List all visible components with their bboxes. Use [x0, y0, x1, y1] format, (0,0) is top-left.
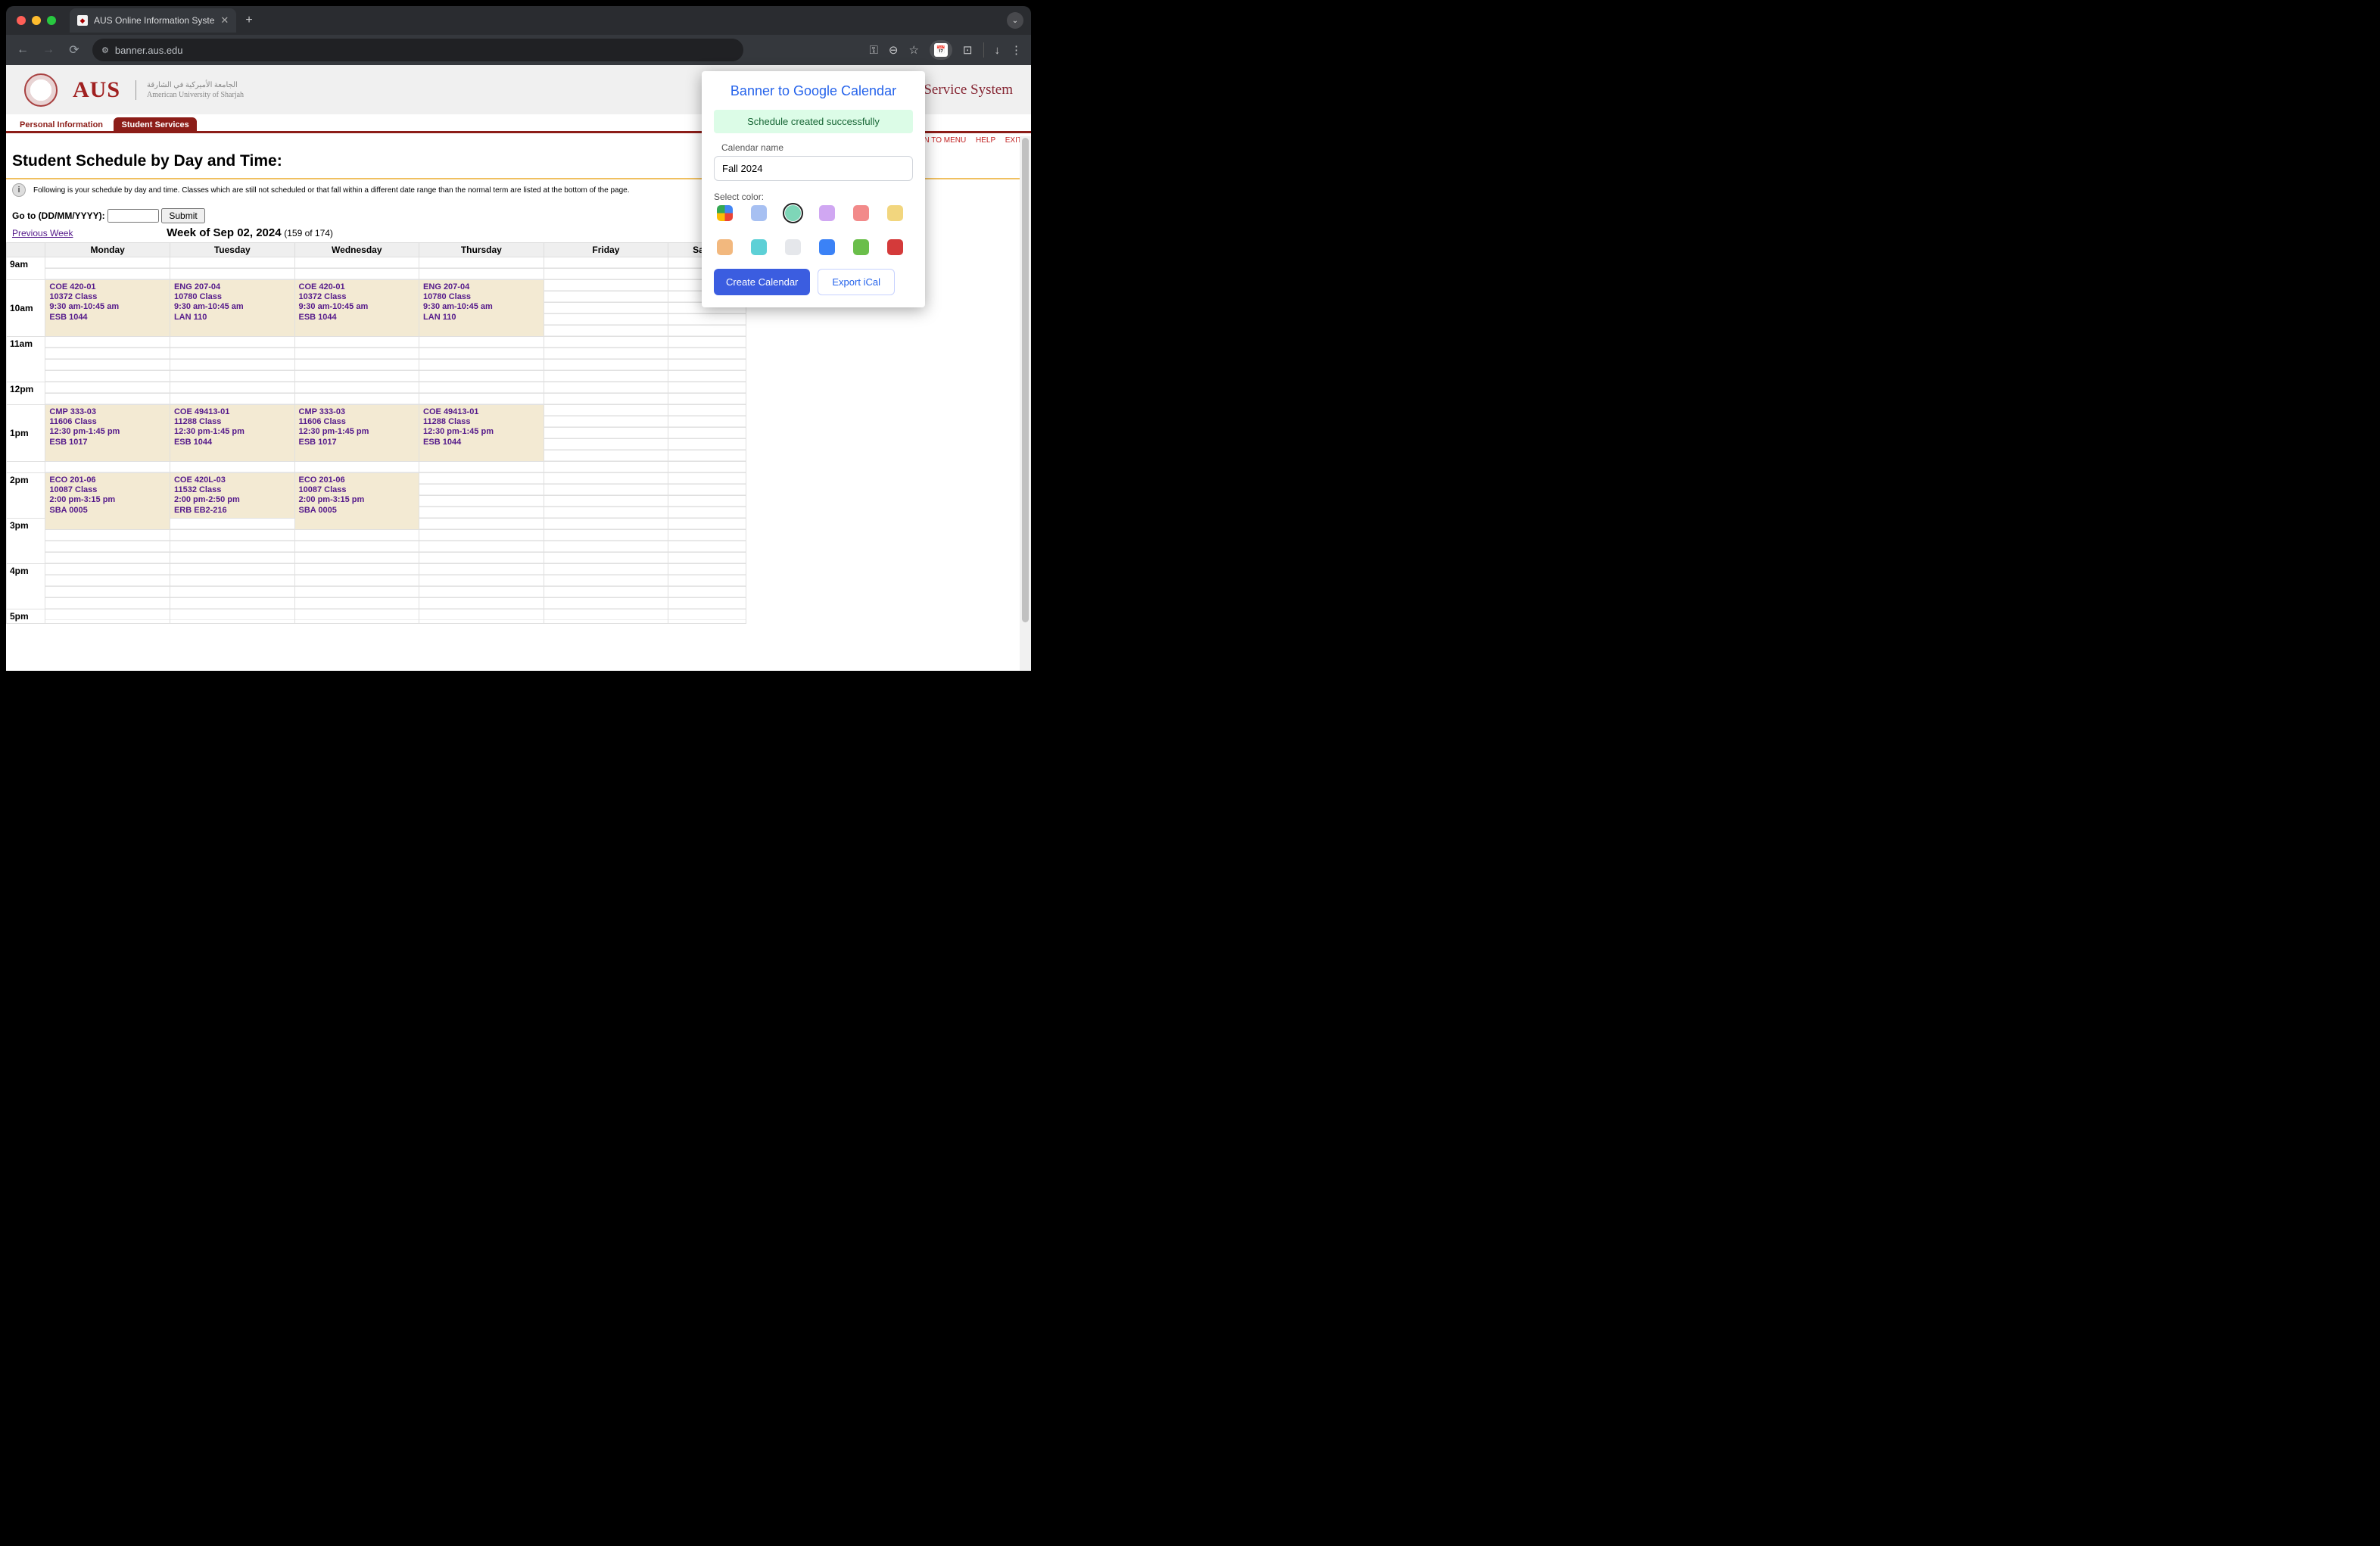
time-9am: 9am	[7, 257, 45, 280]
event-coe420l-tue[interactable]: COE 420L-0311532 Class2:00 pm-2:50 pmERB…	[170, 473, 294, 519]
site-settings-icon[interactable]: ⚙	[101, 45, 109, 55]
calendar-name-input[interactable]	[714, 156, 913, 181]
day-monday: Monday	[45, 243, 170, 257]
window-close[interactable]	[17, 16, 26, 25]
tab-personal-info[interactable]: Personal Information	[12, 117, 111, 131]
tab-overflow-icon[interactable]: ⌄	[1007, 12, 1023, 29]
color-swatch-2[interactable]	[785, 205, 801, 221]
time-4pm: 4pm	[7, 564, 45, 609]
window-maximize[interactable]	[47, 16, 56, 25]
close-tab-icon[interactable]: ✕	[220, 14, 229, 26]
color-swatch-0[interactable]	[717, 205, 733, 221]
event-eng207-thu[interactable]: ENG 207-0410780 Class9:30 am-10:45 amLAN…	[419, 280, 544, 337]
goto-date-input[interactable]	[107, 209, 159, 223]
service-system-title: f-Service System	[914, 82, 1013, 98]
reload-icon[interactable]: ⟳	[67, 42, 82, 58]
aus-subtext: الجامعة الأميركية في الشارقة American Un…	[136, 80, 244, 100]
day-thursday: Thursday	[419, 243, 544, 257]
calendar-name-label: Calendar name	[721, 142, 913, 153]
extensions-puzzle-icon[interactable]: ⊡	[963, 43, 973, 57]
browser-tab[interactable]: ◆ AUS Online Information Syste ✕	[70, 8, 236, 33]
browser-menu-icon[interactable]: ⋮	[1011, 43, 1022, 57]
help-link[interactable]: HELP	[976, 136, 995, 145]
color-swatch-8[interactable]	[785, 239, 801, 255]
help-text: Following is your schedule by day and ti…	[33, 186, 629, 195]
goto-label: Go to (DD/MM/YYYY):	[12, 210, 105, 221]
day-header-row: Monday Tuesday Wednesday Thursday Friday…	[7, 243, 746, 257]
event-coe49413-thu[interactable]: COE 49413-0111288 Class12:30 pm-1:45 pmE…	[419, 405, 544, 462]
time-10am: 10am	[10, 303, 33, 313]
bookmark-star-icon[interactable]: ☆	[908, 43, 918, 57]
info-icon: i	[12, 183, 26, 197]
aus-wordmark: AUS	[73, 77, 120, 103]
color-grid	[714, 205, 913, 255]
url-text: banner.aus.edu	[115, 45, 183, 56]
url-bar[interactable]: ⚙ banner.aus.edu	[92, 39, 743, 61]
color-swatch-9[interactable]	[819, 239, 835, 255]
event-eng207-tue[interactable]: ENG 207-0410780 Class9:30 am-10:45 amLAN…	[170, 280, 294, 337]
schedule-table: Monday Tuesday Wednesday Thursday Friday…	[6, 242, 746, 624]
time-1pm: 1pm	[10, 428, 29, 438]
tab-title: AUS Online Information Syste	[94, 15, 214, 26]
color-swatch-4[interactable]	[853, 205, 869, 221]
event-eco201-mon[interactable]: ECO 201-0610087 Class2:00 pm-3:15 pmSBA …	[45, 473, 170, 530]
time-3pm: 3pm	[7, 519, 45, 564]
event-cmp333-mon[interactable]: CMP 333-0311606 Class12:30 pm-1:45 pmESB…	[45, 405, 170, 462]
downloads-icon[interactable]: ↓	[995, 44, 1001, 57]
color-swatch-6[interactable]	[717, 239, 733, 255]
time-2pm: 2pm	[7, 473, 45, 519]
page-scrollbar[interactable]	[1020, 136, 1031, 671]
event-eco201-wed[interactable]: ECO 201-0610087 Class2:00 pm-3:15 pmSBA …	[294, 473, 419, 530]
event-coe420-wed[interactable]: COE 420-0110372 Class9:30 am-10:45 amESB…	[294, 280, 419, 337]
tab-student-services[interactable]: Student Services	[114, 117, 196, 131]
time-12pm: 12pm	[7, 382, 45, 405]
browser-titlebar: ◆ AUS Online Information Syste ✕ + ⌄	[6, 6, 1031, 35]
new-tab-button[interactable]: +	[245, 14, 252, 27]
day-wednesday: Wednesday	[294, 243, 419, 257]
create-calendar-button[interactable]: Create Calendar	[714, 269, 810, 295]
previous-week-link[interactable]: Previous Week	[12, 228, 73, 238]
extension-popup: Banner to Google Calendar Schedule creat…	[702, 71, 925, 307]
day-tuesday: Tuesday	[170, 243, 294, 257]
event-coe420-mon[interactable]: COE 420-0110372 Class9:30 am-10:45 amESB…	[45, 280, 170, 337]
window-minimize[interactable]	[32, 16, 41, 25]
export-ical-button[interactable]: Export iCal	[818, 269, 895, 295]
day-friday: Friday	[544, 243, 668, 257]
color-swatch-11[interactable]	[887, 239, 903, 255]
event-coe49413-tue[interactable]: COE 49413-0111288 Class12:30 pm-1:45 pmE…	[170, 405, 294, 462]
color-swatch-3[interactable]	[819, 205, 835, 221]
color-swatch-5[interactable]	[887, 205, 903, 221]
week-title: Week of Sep 02, 2024	[167, 226, 281, 239]
time-11am: 11am	[7, 337, 45, 382]
time-5pm: 5pm	[7, 609, 45, 624]
aus-seal-logo	[24, 73, 58, 107]
success-banner: Schedule created successfully	[714, 110, 913, 133]
submit-button[interactable]: Submit	[161, 208, 204, 223]
color-swatch-1[interactable]	[751, 205, 767, 221]
event-cmp333-wed[interactable]: CMP 333-0311606 Class12:30 pm-1:45 pmESB…	[294, 405, 419, 462]
color-swatch-7[interactable]	[751, 239, 767, 255]
color-swatch-10[interactable]	[853, 239, 869, 255]
zoom-icon[interactable]: ⊖	[889, 43, 899, 57]
week-counter: (159 of 174)	[284, 228, 333, 238]
tab-favicon: ◆	[77, 15, 88, 26]
password-key-icon[interactable]: ⚿	[869, 44, 877, 57]
extension-icon-active[interactable]: 📅	[930, 40, 952, 60]
extension-title: Banner to Google Calendar	[714, 83, 913, 99]
select-color-label: Select color:	[714, 192, 913, 202]
browser-toolbar: ← → ⟳ ⚙ banner.aus.edu ⚿ ⊖ ☆ 📅 ⊡ ↓ ⋮	[6, 35, 1031, 65]
back-icon[interactable]: ←	[15, 43, 30, 57]
forward-icon[interactable]: →	[41, 43, 56, 57]
